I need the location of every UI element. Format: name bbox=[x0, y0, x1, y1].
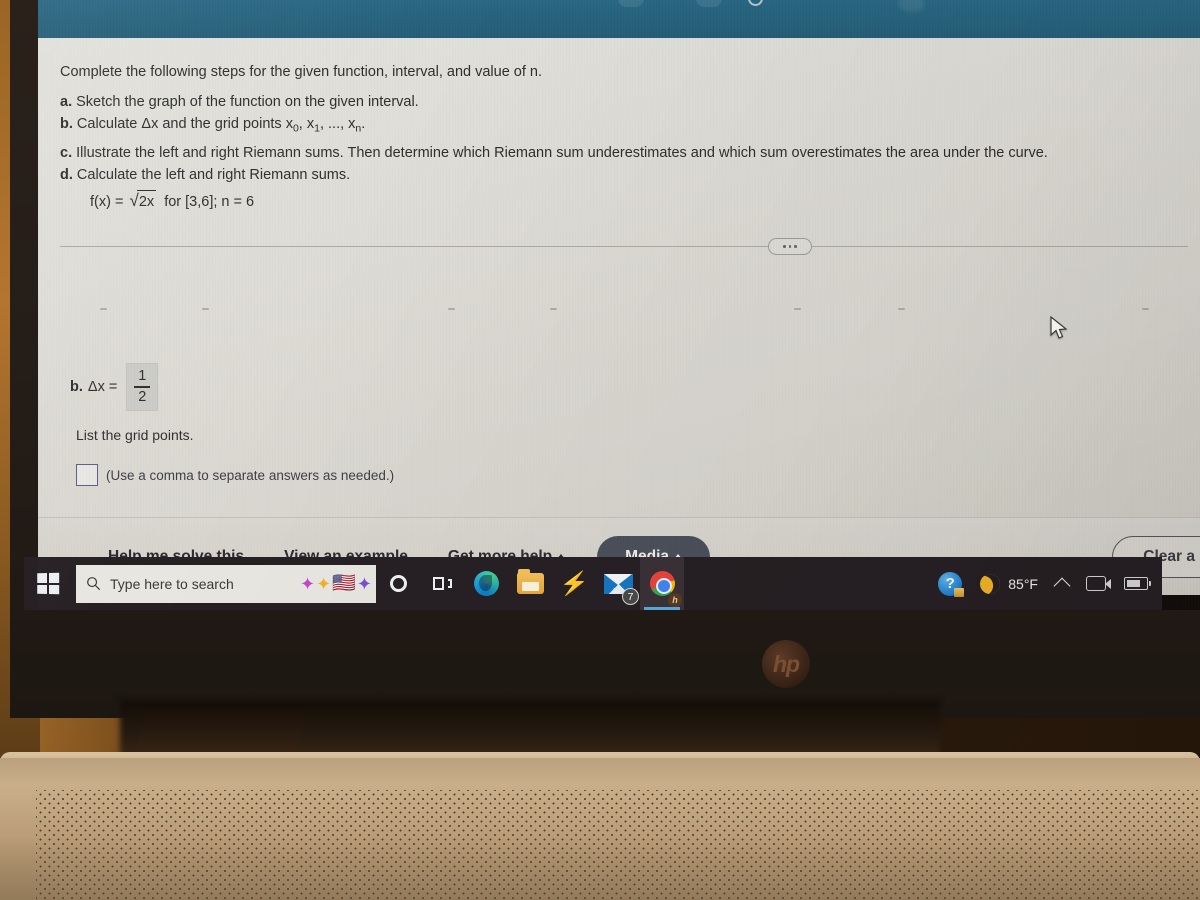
search-decoration-flag-fireworks-icon: ✦ ✦ 🇺🇸 ✦ bbox=[300, 573, 372, 594]
more-options-button[interactable] bbox=[768, 238, 812, 255]
step-b-mid-2: , ..., x bbox=[319, 116, 356, 132]
ellipsis-dot-3 bbox=[794, 245, 797, 248]
help-icon[interactable]: ? bbox=[930, 557, 970, 610]
step-b-mid: , x bbox=[298, 116, 315, 132]
file-explorer-icon[interactable] bbox=[508, 557, 552, 610]
edge-glyph bbox=[473, 571, 499, 596]
edge-icon[interactable] bbox=[464, 557, 508, 610]
chrome-icon[interactable]: h bbox=[640, 557, 684, 610]
graph-tick-marks bbox=[38, 308, 1200, 318]
step-b-label: b. bbox=[60, 116, 73, 132]
app-header-bar bbox=[38, 0, 1200, 38]
function-suffix: for [3,6]; n = 6 bbox=[164, 194, 255, 210]
search-icon bbox=[76, 576, 110, 591]
question-step-b: b. Calculate Δx and the grid points x0, … bbox=[60, 114, 1180, 137]
cortana-icon[interactable] bbox=[376, 557, 420, 610]
folder-glyph bbox=[516, 569, 544, 594]
camera-glyph bbox=[1086, 576, 1111, 591]
task-view-glyph bbox=[432, 576, 452, 591]
function-prefix: f(x) = bbox=[90, 194, 124, 210]
step-c-text: Illustrate the left and right Riemann su… bbox=[76, 145, 1048, 161]
screen-smudge bbox=[898, 0, 924, 12]
exercise-page: Complete the following steps for the giv… bbox=[38, 38, 1200, 595]
step-a-text: Sketch the graph of the function on the … bbox=[76, 94, 419, 110]
app-header-contents bbox=[38, 0, 1200, 10]
lightning-app-icon[interactable]: ⚡ bbox=[552, 557, 596, 610]
weather-widget[interactable]: 85°F bbox=[972, 557, 1046, 610]
moon-clear-night-icon bbox=[977, 570, 1004, 597]
windows-start-icon[interactable] bbox=[24, 557, 72, 610]
header-circle-icon[interactable] bbox=[748, 0, 763, 6]
part-b-label: b. bbox=[70, 379, 83, 395]
grid-points-prompt: List the grid points. bbox=[76, 427, 194, 443]
grid-points-hint: (Use a comma to separate answers as need… bbox=[106, 467, 395, 483]
speaker-grille bbox=[36, 790, 1200, 900]
step-d-label: d. bbox=[60, 167, 73, 183]
chrome-profile-badge: h bbox=[668, 593, 682, 607]
grid-points-answer-row: (Use a comma to separate answers as need… bbox=[76, 464, 394, 486]
chrome-glyph bbox=[649, 571, 675, 596]
cortana-ring-glyph bbox=[389, 575, 407, 592]
battery-icon[interactable] bbox=[1116, 557, 1156, 610]
laptop-screen: Complete the following steps for the giv… bbox=[38, 0, 1200, 610]
battery-glyph bbox=[1124, 577, 1151, 590]
windows-logo-glyph bbox=[37, 572, 60, 595]
camera-privacy-icon[interactable] bbox=[1078, 557, 1114, 610]
section-divider bbox=[60, 246, 1188, 247]
temperature-label: 85°F bbox=[1008, 575, 1038, 592]
function-definition: f(x) = √2x for [3,6]; n = 6 bbox=[90, 190, 1200, 213]
square-root-icon: √2x bbox=[127, 190, 157, 213]
chevron-up-icon bbox=[1056, 580, 1068, 587]
lightning-bolt-glyph: ⚡ bbox=[558, 570, 590, 596]
step-c-label: c. bbox=[60, 145, 73, 161]
delta-x-answer-field[interactable]: 1 2 bbox=[126, 363, 159, 411]
mail-icon[interactable]: 7 bbox=[596, 557, 640, 610]
question-intro: Complete the following steps for the giv… bbox=[60, 64, 543, 80]
radicand: 2x bbox=[136, 190, 157, 213]
header-chip bbox=[618, 0, 644, 7]
part-b-expression: Δx = bbox=[87, 379, 118, 395]
header-chip-2 bbox=[696, 0, 722, 7]
windows-taskbar: Type here to search ✦ ✦ 🇺🇸 ✦ ⚡ 7 h ? 85°… bbox=[24, 557, 1162, 610]
ellipsis-dot-1 bbox=[783, 245, 786, 248]
hp-brand-logo: hp bbox=[762, 640, 810, 688]
part-b-answer: b. Δx = 1 2 bbox=[70, 363, 159, 411]
mail-badge-count: 7 bbox=[622, 588, 639, 605]
show-hidden-icons-button[interactable] bbox=[1048, 557, 1076, 610]
question-step-a: a. Sketch the graph of the function on t… bbox=[60, 92, 1180, 113]
step-d-text: Calculate the left and right Riemann sum… bbox=[76, 167, 351, 183]
search-input[interactable]: Type here to search ✦ ✦ 🇺🇸 ✦ bbox=[76, 564, 376, 603]
task-view-icon[interactable] bbox=[420, 557, 464, 610]
grid-points-input[interactable] bbox=[76, 464, 98, 486]
fraction-numerator: 1 bbox=[138, 367, 147, 384]
help-glyph: ? bbox=[938, 571, 965, 597]
system-tray: ? 85°F bbox=[930, 557, 1162, 610]
fraction-denominator: 2 bbox=[138, 389, 147, 406]
step-b-text: Calculate Δx and the grid points x bbox=[76, 116, 293, 132]
step-a-label: a. bbox=[60, 94, 73, 110]
question-step-d: d. Calculate the left and right Riemann … bbox=[60, 165, 1180, 186]
step-b-end: . bbox=[361, 116, 366, 132]
fraction-bar bbox=[134, 386, 151, 388]
search-placeholder-text: Type here to search bbox=[110, 575, 234, 592]
ellipsis-dot-2 bbox=[788, 245, 792, 248]
taskbar-icons: ⚡ 7 h bbox=[376, 557, 684, 610]
question-step-c: c. Illustrate the left and right Riemann… bbox=[60, 143, 1180, 164]
photo-scene: hp Complete the following steps for the … bbox=[0, 0, 1200, 900]
